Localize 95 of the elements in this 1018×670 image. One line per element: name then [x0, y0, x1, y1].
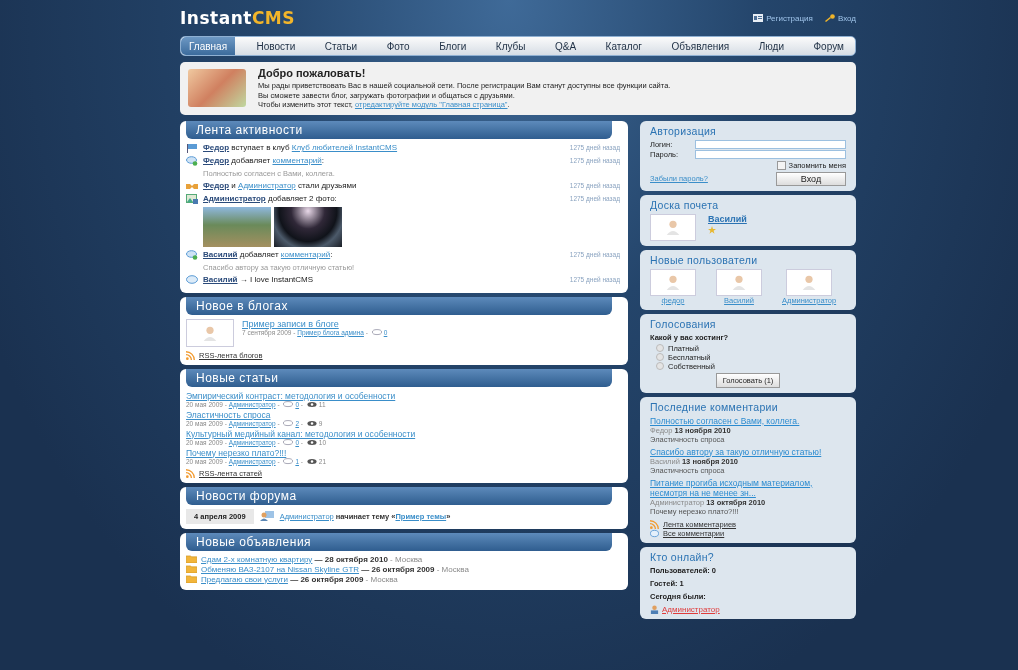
ad-text: Сдам 2-х комнатную квартиру — 28 октября 2010 - Москва — [201, 554, 423, 564]
panel-title: Доска почета — [650, 198, 720, 211]
menu-tab[interactable]: Каталог — [597, 37, 650, 55]
menu-tab[interactable]: Статьи — [316, 37, 366, 55]
speech-bubble-icon — [186, 249, 198, 260]
radio-button[interactable] — [656, 344, 664, 352]
user-link[interactable]: Федор — [203, 143, 230, 152]
activity-text: Федор добавляет комментарий: — [203, 156, 326, 165]
photo-placeholder[interactable] — [274, 206, 342, 247]
login-link[interactable]: Вход — [824, 13, 856, 23]
speech-bubble-icon — [283, 419, 294, 427]
eye-icon — [306, 438, 317, 446]
link[interactable]: Сдам 2-х комнатную квартиру — [201, 554, 313, 564]
welcome-title: Добро пожаловать! — [258, 67, 367, 79]
link[interactable]: Клуб любителей InstantCMS — [291, 143, 398, 152]
id-card-icon — [753, 14, 764, 22]
user-link[interactable]: Федор — [203, 181, 230, 190]
panel-title: Авторизация — [650, 124, 718, 137]
link[interactable]: комментарий — [272, 156, 322, 165]
comment-link[interactable]: Спасибо автору за такую отличную статью! — [650, 446, 846, 457]
user-link[interactable]: Василий — [203, 275, 238, 284]
section-heading: Новые статьи — [186, 368, 612, 387]
rss-icon — [650, 519, 659, 529]
section-heading: Новые объявления — [186, 532, 612, 551]
menu-tab[interactable]: Фото — [378, 37, 418, 55]
folder-icon — [186, 555, 197, 563]
activity-text: Федор и Администратор стали друзьями — [203, 181, 358, 190]
user-link[interactable]: Василий — [708, 213, 747, 224]
rss-icon — [186, 350, 195, 360]
speech-bubble-icon — [371, 328, 382, 336]
comment-link[interactable]: Полностью согласен с Вами, коллега. — [650, 415, 846, 426]
activity-text: Администратор добавляет 2 фото: — [203, 194, 338, 203]
section-heading: Новости форума — [186, 486, 612, 505]
panel-title: Новые пользователи — [650, 253, 759, 266]
menu-tab[interactable]: Форум — [805, 37, 852, 55]
password-field[interactable] — [695, 149, 846, 159]
article-link[interactable]: Почему нерезко плато?!!! — [186, 447, 287, 458]
panel-title: Последние комментарии — [650, 400, 779, 413]
person-icon — [664, 218, 682, 236]
login-button[interactable]: Вход — [776, 171, 846, 186]
ad-text: Обменяю ВАЗ-2107 на Nissan Skyline GTR — 26 октября 2009 - Москва — [201, 564, 469, 574]
article-link[interactable]: Культурный медийный канал: методология и особенности — [186, 428, 416, 439]
register-link[interactable]: Регистрация — [753, 13, 813, 23]
speech-bubble-icon — [186, 155, 198, 166]
activity-text: Федор вступает в клуб Клуб любителей InstantCMS — [203, 143, 399, 152]
user-link[interactable]: Администратор — [203, 194, 266, 203]
menu-tab[interactable]: Главная — [181, 37, 236, 55]
picture-icon — [186, 193, 198, 204]
speech-bubble-icon — [186, 274, 198, 285]
photo-placeholder — [188, 69, 246, 108]
activity-text: Василий добавляет комментарий: — [203, 250, 334, 259]
panel-title: Голосования — [650, 317, 717, 330]
menu-tab[interactable]: Q&A — [547, 37, 585, 55]
speech-bubble-icon — [283, 457, 294, 465]
login-field[interactable] — [695, 139, 846, 149]
ad-text: Предлагаю свои услуги — 26 октября 2009 - Москва — [201, 574, 398, 584]
award-icon — [708, 225, 716, 234]
menu-tab[interactable]: Объявления — [663, 37, 738, 55]
user-link[interactable]: Администратор — [662, 604, 720, 614]
radio-button[interactable] — [656, 362, 664, 370]
menu-tab[interactable]: Новости — [248, 37, 304, 55]
section-heading: Новое в блогах — [186, 296, 612, 315]
folder-icon — [186, 575, 197, 583]
flag-icon — [186, 142, 198, 153]
activity-text: Василий → I love InstantCMS — [203, 275, 315, 284]
person-icon — [730, 273, 748, 291]
link[interactable]: Обменяю ВАЗ-2107 на Nissan Skyline GTR — [201, 564, 360, 574]
speech-bubble-icon — [650, 528, 659, 538]
eye-icon — [306, 457, 317, 465]
key-icon — [824, 14, 835, 22]
speech-bubble-icon — [283, 438, 294, 446]
comment-link[interactable]: Питание прогиба исходным материалом, несмотря на не менее зн... — [650, 477, 846, 498]
article-link[interactable]: Эмпирический контраст: методология и особенности — [186, 390, 396, 401]
article-link[interactable]: Эластичность спроса — [186, 409, 271, 420]
menu-tab[interactable]: Клубы — [487, 37, 534, 55]
panel-title: Кто онлайн? — [650, 550, 715, 563]
remember-checkbox[interactable] — [776, 160, 786, 170]
person-icon — [664, 273, 682, 291]
section-heading: Лента активности — [186, 120, 612, 139]
user-link[interactable]: Федор — [203, 156, 230, 165]
link[interactable]: Администратор — [238, 181, 296, 190]
eye-icon — [306, 400, 317, 408]
users-icon — [259, 511, 274, 521]
link[interactable]: Предлагаю свои услуги — [201, 574, 288, 584]
menu-tab[interactable]: Блоги — [431, 37, 475, 55]
folder-icon — [186, 565, 197, 573]
radio-button[interactable] — [656, 353, 664, 361]
site-logo[interactable]: InstantCMS — [180, 8, 295, 28]
speech-bubble-icon — [283, 400, 294, 408]
eye-icon — [306, 419, 317, 427]
user-link[interactable]: Василий — [203, 250, 238, 259]
post-link[interactable]: Пример записи в блоге — [242, 318, 388, 329]
user-icon — [650, 604, 659, 614]
rss-icon — [186, 468, 195, 478]
menu-tab[interactable]: Люди — [750, 37, 793, 55]
